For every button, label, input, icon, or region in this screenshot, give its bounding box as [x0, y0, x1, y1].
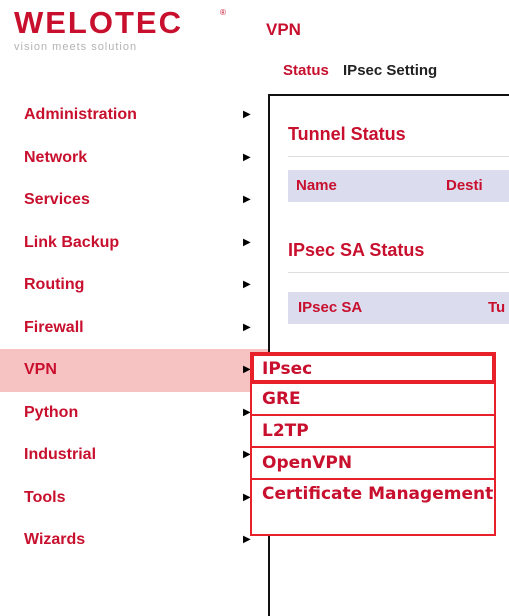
- sidebar-item-label: Firewall: [24, 318, 84, 336]
- submenu-item-label: IPsec: [262, 359, 313, 379]
- sidebar-item-label: Link Backup: [24, 233, 120, 251]
- logo-wordmark: WELOTEC: [14, 5, 183, 40]
- sidebar-item-tools[interactable]: Tools ▶: [0, 477, 268, 520]
- sidebar-item-label: Industrial: [24, 446, 97, 463]
- page-title: VPN: [266, 20, 301, 39]
- trademark-mark: ®: [220, 8, 226, 17]
- sidebar-item-label: Routing: [24, 276, 85, 293]
- section-divider: [288, 156, 509, 157]
- sidebar-item-wizards[interactable]: Wizards ▶: [0, 519, 268, 562]
- submenu-item-gre[interactable]: GRE: [250, 384, 496, 416]
- sidebar-nav: Administration ▶ Network ▶ Services ▶ Li…: [0, 94, 268, 562]
- sidebar-item-python[interactable]: Python ▶: [0, 392, 268, 435]
- sidebar-item-administration[interactable]: Administration ▶: [0, 94, 268, 137]
- vpn-submenu: IPsec GRE L2TP OpenVPN Certificate Manag…: [250, 352, 496, 536]
- sidebar-item-firewall[interactable]: Firewall ▶: [0, 307, 268, 350]
- submenu-item-label: OpenVPN: [262, 453, 353, 473]
- ipsec-sa-status-title: IPsec SA Status: [288, 240, 425, 260]
- logo-tagline: vision meets solution: [14, 41, 138, 53]
- sidebar-item-services[interactable]: Services ▶: [0, 179, 268, 222]
- tab-ipsec-setting[interactable]: IPsec Setting: [343, 62, 437, 79]
- sidebar-item-network[interactable]: Network ▶: [0, 137, 268, 180]
- submenu-item-ipsec[interactable]: IPsec: [250, 352, 496, 384]
- sidebar-item-vpn[interactable]: VPN ▶: [0, 349, 268, 392]
- tab-bar: Status IPsec Setting: [283, 62, 437, 79]
- sidebar-item-label: Administration: [24, 106, 137, 123]
- sidebar-item-label: Tools: [24, 488, 66, 506]
- section-divider: [288, 272, 509, 273]
- submenu-item-l2tp[interactable]: L2TP: [250, 416, 496, 448]
- sidebar-item-label: Wizards: [24, 531, 86, 548]
- column-header: IPsec SA: [298, 299, 363, 316]
- sidebar-item-label: Network: [24, 148, 88, 166]
- chevron-right-icon: ▶: [243, 321, 251, 333]
- chevron-right-icon: ▶: [243, 109, 251, 120]
- sidebar-item-link-backup[interactable]: Link Backup ▶: [0, 222, 268, 265]
- tab-status[interactable]: Status: [283, 62, 329, 79]
- sidebar-item-label: Python: [24, 403, 79, 421]
- column-header: Desti: [446, 177, 483, 194]
- column-header: Tu: [488, 299, 506, 316]
- sidebar-item-label: VPN: [24, 361, 57, 378]
- chevron-right-icon: ▶: [243, 236, 251, 248]
- ipsec-sa-status-table-header: IPsec SA Tu: [288, 292, 509, 324]
- submenu-item-label: Certificate Management: [262, 484, 494, 504]
- welotec-logo: WELOTEC ® vision meets solution: [14, 6, 239, 62]
- column-header: Name: [296, 177, 337, 194]
- submenu-item-label: L2TP: [262, 421, 309, 441]
- tunnel-status-table-header: Name Desti: [288, 170, 509, 202]
- chevron-right-icon: ▶: [243, 279, 251, 290]
- chevron-right-icon: ▶: [243, 194, 251, 205]
- sidebar-item-label: Services: [24, 191, 90, 208]
- submenu-item-label: GRE: [262, 389, 301, 409]
- chevron-right-icon: ▶: [243, 151, 251, 163]
- sidebar-item-routing[interactable]: Routing ▶: [0, 264, 268, 307]
- tunnel-status-title: Tunnel Status: [288, 124, 406, 144]
- submenu-item-certificate-management[interactable]: Certificate Management: [250, 480, 496, 536]
- sidebar-item-industrial[interactable]: Industrial ▶: [0, 434, 268, 477]
- submenu-item-openvpn[interactable]: OpenVPN: [250, 448, 496, 480]
